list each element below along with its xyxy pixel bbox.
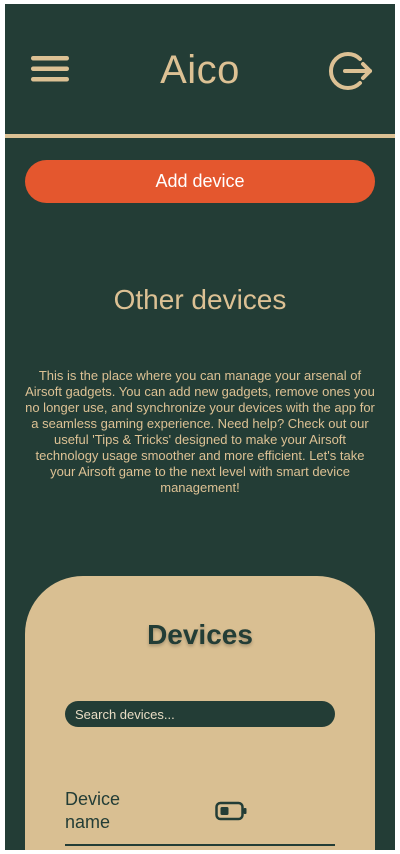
device-list-item[interactable]: Device name	[65, 788, 335, 846]
devices-title: Devices	[147, 619, 253, 650]
device-name-label: Device name	[65, 789, 121, 832]
app-screen: Aico Add device Other devices This is th…	[5, 4, 395, 850]
devices-panel: Devices Device name	[25, 576, 375, 850]
search-devices-input[interactable]	[65, 701, 335, 727]
app-header: Aico	[5, 4, 395, 134]
logout-icon	[328, 52, 372, 90]
logout-button[interactable]	[327, 48, 375, 94]
section-title: Other devices	[113, 284, 287, 315]
section-description: This is the place where you can manage y…	[25, 368, 375, 495]
battery-icon	[215, 801, 247, 821]
add-device-button[interactable]: Add device	[25, 160, 375, 203]
header-divider	[5, 134, 395, 138]
